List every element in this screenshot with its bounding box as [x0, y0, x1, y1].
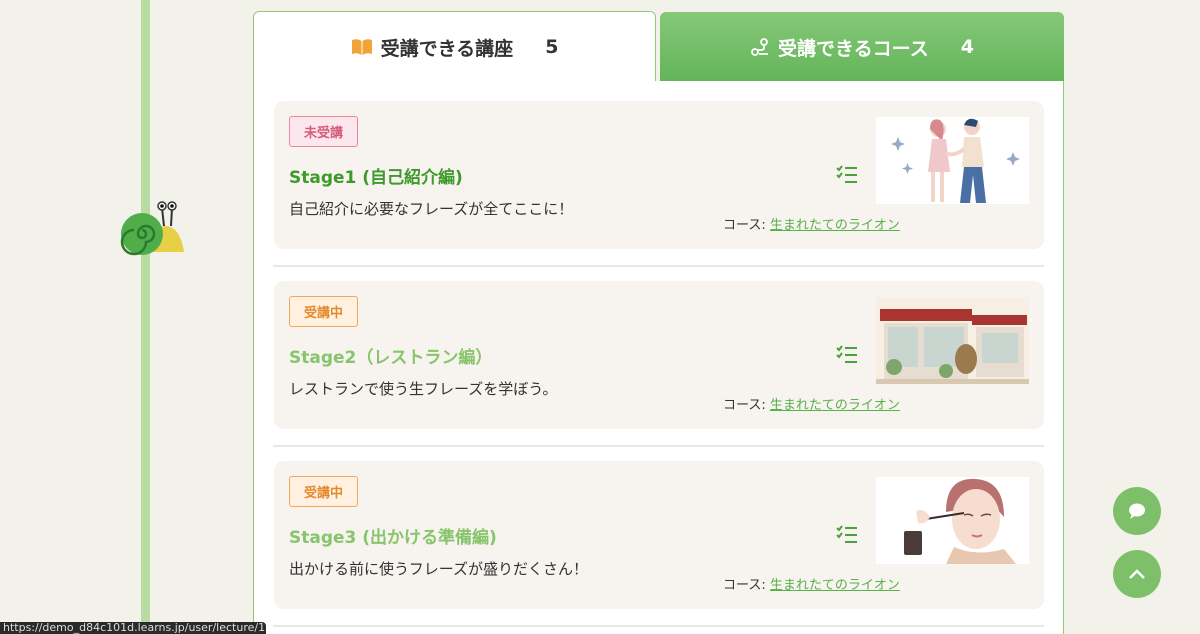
- route-icon: [751, 38, 769, 56]
- lecture-description: 出かける前に使うフレーズが盛りだくさん！: [289, 560, 588, 578]
- tab-courses-label: 受講できるコース: [778, 37, 929, 60]
- course-line: コース: 生まれたてのライオン: [723, 394, 900, 413]
- scroll-to-top-button[interactable]: [1113, 550, 1161, 598]
- lecture-title[interactable]: Stage2（レストラン編）: [289, 343, 492, 368]
- chevron-up-icon: [1129, 569, 1145, 579]
- lecture-tabs: 受講できる講座 5 受講できるコース 4: [253, 11, 1064, 82]
- lecture-list: 未受講 Stage1 (自己紹介編) 自己紹介に必要なフレーズが全てここに！ コ…: [253, 81, 1064, 634]
- status-badge: 受講中: [289, 296, 359, 327]
- course-link[interactable]: 生まれたてのライオン: [770, 398, 900, 413]
- restaurant-illustration: [876, 297, 1029, 384]
- handshake-illustration: [876, 117, 1029, 204]
- status-badge: 受講中: [289, 476, 359, 507]
- course-line: コース: 生まれたてのライオン: [723, 214, 900, 233]
- lecture-card[interactable]: 未受講 Stage1 (自己紹介編) 自己紹介に必要なフレーズが全てここに！ コ…: [274, 101, 1044, 249]
- course-line: コース: 生まれたてのライオン: [723, 574, 900, 593]
- lecture-description: 自己紹介に必要なフレーズが全てここに！: [289, 200, 574, 218]
- lecture-title[interactable]: Stage3 (出かける準備編): [289, 523, 497, 548]
- course-link[interactable]: 生まれたてのライオン: [770, 218, 900, 233]
- chat-button[interactable]: [1113, 487, 1161, 535]
- tab-lectures[interactable]: 受講できる講座 5: [253, 11, 656, 82]
- divider: [273, 625, 1044, 627]
- tab-lectures-label: 受講できる講座: [380, 37, 514, 60]
- book-icon: [351, 39, 372, 55]
- lecture-card[interactable]: 受講中 Stage2（レストラン編） レストランで使う生フレーズを学ぼう。 コー…: [274, 281, 1044, 429]
- lecture-card[interactable]: 受講中 Stage3 (出かける準備編) 出かける前に使うフレーズが盛りだくさん…: [274, 461, 1044, 609]
- lecture-title[interactable]: Stage1 (自己紹介編): [289, 163, 463, 188]
- divider: [273, 265, 1044, 267]
- lecture-description: レストランで使う生フレーズを学ぼう。: [289, 380, 558, 398]
- snail-mascot-icon: [120, 201, 184, 256]
- chat-bubble-icon: [1129, 503, 1145, 519]
- checklist-icon[interactable]: [836, 164, 858, 184]
- tab-lectures-count: 5: [545, 36, 559, 58]
- divider: [273, 445, 1044, 447]
- timeline-line: [141, 0, 150, 634]
- makeup-illustration: [876, 477, 1029, 564]
- status-badge: 未受講: [289, 116, 359, 147]
- link-status-bar: https://demo_d84c101d.learns.jp/user/lec…: [0, 622, 266, 634]
- checklist-icon[interactable]: [836, 344, 858, 364]
- tab-courses-count: 4: [960, 36, 974, 58]
- course-prefix: コース:: [723, 578, 766, 593]
- course-prefix: コース:: [723, 398, 766, 413]
- course-link[interactable]: 生まれたてのライオン: [770, 578, 900, 593]
- tab-courses[interactable]: 受講できるコース 4: [660, 12, 1064, 82]
- checklist-icon[interactable]: [836, 524, 858, 544]
- course-prefix: コース:: [723, 218, 766, 233]
